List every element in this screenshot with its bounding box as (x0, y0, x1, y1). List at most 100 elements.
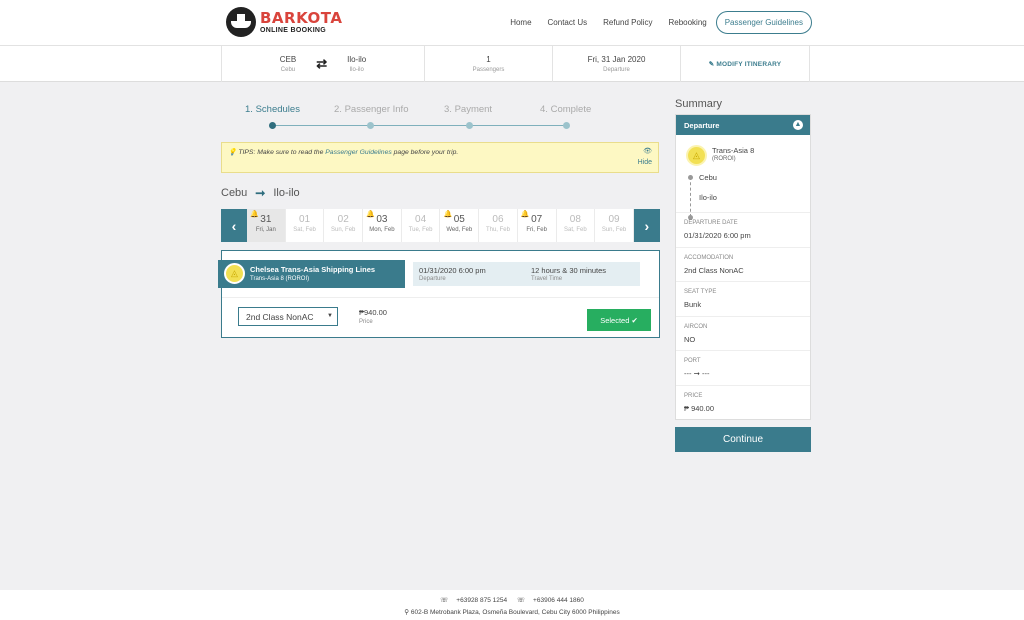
selected-button[interactable]: Selected ✔ (587, 309, 651, 331)
summary-row-value: --- ➞ --- (684, 369, 710, 378)
date-day: Fri, Jan (255, 227, 276, 233)
date-option[interactable]: 08 Sat, Feb (556, 209, 596, 242)
date-day: Tue, Feb (408, 227, 433, 233)
modify-itinerary-label: MODIFY ITINERARY (716, 60, 782, 68)
date-number: 08 (569, 214, 581, 225)
summary-row: SEAT TYPE Bunk (676, 282, 810, 317)
travel-time-label: Travel Time (531, 276, 563, 282)
date-option[interactable]: 02 Sun, Feb (324, 209, 364, 242)
vessel-name: Trans-Asia 8 (ROROI) (250, 276, 310, 282)
booking-steps: 1. Schedules 2. Passenger Info 3. Paymen… (245, 104, 605, 134)
route-to: Ilo-ilo (273, 187, 300, 199)
bell-icon: 🔔 (520, 211, 530, 218)
summary-row: PRICE ₱ 940.00 (676, 386, 810, 421)
footer: ☏ +63928 875 1254 ☏ +63906 444 1860 ⚲ 602-… (0, 590, 1024, 620)
summary-row-label: PORT (684, 358, 701, 364)
step-schedules: 1. Schedules (245, 104, 300, 115)
modify-itinerary-link[interactable]: ✎ MODIFY ITINERARY (681, 46, 809, 82)
date-number: 02 (337, 214, 349, 225)
summary-vessel-code: (ROROI) (712, 156, 736, 162)
route-line (690, 177, 691, 217)
eye-icon[interactable]: 👁 (643, 147, 652, 155)
top-navbar: BARKOTA ONLINE BOOKING Home Contact Us R… (0, 0, 1024, 46)
next-dates-button[interactable]: › (633, 209, 660, 242)
date-day: Sun, Feb (601, 227, 627, 233)
passengers-label: Passengers (472, 67, 505, 73)
travel-time: 12 hours & 30 minutes (531, 266, 607, 275)
tips-guidelines-link[interactable]: Passenger Guidelines (325, 149, 392, 156)
nav-refund-policy[interactable]: Refund Policy (603, 18, 652, 27)
date-day: Sun, Feb (331, 227, 356, 233)
nav-rebooking[interactable]: Rebooking (668, 18, 706, 27)
step-complete: 4. Complete (540, 104, 592, 115)
shipping-line-banner: ◬ Chelsea Trans-Asia Shipping Lines Tran… (218, 260, 405, 288)
summary-row-label: PRICE (684, 392, 703, 399)
route-heading: Cebu ➞ Ilo-ilo (221, 186, 300, 200)
arrow-right-icon: ➞ (255, 186, 266, 200)
step-dot-3 (466, 122, 473, 129)
departure-time-label: Departure (419, 276, 446, 282)
tips-prefix: TIPS: Make sure to read the (238, 149, 326, 156)
edit-icon: ✎ (708, 61, 717, 68)
date-option[interactable]: 🔔 31 Fri, Jan (247, 209, 286, 242)
dest-code: Ilo-ilo (347, 55, 367, 64)
itinerary-bar: CEB Cebu ⇄ Ilo-ilo Ilo-ilo 1 Passengers … (0, 46, 1024, 82)
brand-logo[interactable]: BARKOTA ONLINE BOOKING (226, 7, 342, 37)
summary-row-label: ACCOMODATION (684, 254, 734, 261)
chevron-up-icon[interactable]: ▲ (793, 120, 803, 130)
brand-tagline: ONLINE BOOKING (260, 26, 327, 34)
date-day: Wed, Feb (446, 227, 473, 233)
date-option[interactable]: 09 Sun, Feb (595, 209, 634, 242)
step-payment: 3. Payment (444, 104, 493, 115)
phone-icon: ☏ (440, 597, 449, 604)
card-divider (222, 297, 659, 298)
summary-row: ACCOMODATION 2nd Class NonAC (676, 248, 810, 282)
summary-departure-header[interactable]: Departure ▲ (676, 115, 810, 135)
summary-row-value: 01/31/2020 6:00 pm (684, 231, 751, 240)
departure-label: Departure (603, 67, 630, 73)
check-icon: ✔ (631, 315, 638, 325)
date-option[interactable]: 04 Tue, Feb (401, 209, 441, 242)
trip-result-card: ◬ Chelsea Trans-Asia Shipping Lines Tran… (218, 250, 660, 338)
nav-home[interactable]: Home (510, 18, 531, 27)
date-option[interactable]: 🔔 07 Fri, Feb (517, 209, 557, 242)
summary-vessel: ◬ Trans-Asia 8 (ROROI) Cebu Ilo-ilo (676, 135, 810, 220)
price-value: ₱940.00 (359, 308, 387, 317)
date-option[interactable]: 🔔 03 Mon, Feb (363, 209, 402, 242)
passenger-guidelines-button[interactable]: Passenger Guidelines (715, 11, 812, 34)
departure-time: 01/31/2020 6:00 pm (419, 266, 486, 275)
footer-phone-2: +63906 444 1860 (533, 597, 584, 604)
summary-vessel-name: Trans-Asia 8 (712, 146, 755, 155)
date-day: Thu, Feb (485, 227, 510, 233)
footer-phone-1: +63928 875 1254 (456, 597, 508, 604)
bell-icon: 🔔 (443, 211, 453, 218)
step-dot-4 (563, 122, 570, 129)
main-nav: Home Contact Us Refund Policy Rebooking … (494, 11, 812, 34)
date-day: Sat, Feb (293, 227, 316, 233)
date-option[interactable]: 06 Thu, Feb (479, 209, 518, 242)
date-option[interactable]: 01 Sat, Feb (285, 209, 325, 242)
date-day: Fri, Feb (526, 227, 547, 233)
dest-name: Ilo-ilo (349, 67, 364, 73)
origin-code: CEB (279, 55, 297, 64)
date-option[interactable]: 🔔 05 Wed, Feb (440, 209, 480, 242)
date-day: Mon, Feb (369, 227, 395, 233)
date-list: 🔔 31 Fri, Jan 01 Sat, Feb 02 Sun, Feb 🔔 03 Mon, F… (247, 209, 634, 242)
prev-dates-button[interactable]: ‹ (221, 209, 247, 242)
passenger-count: 1 (486, 55, 491, 64)
summary-row-label: AIRCON (684, 323, 708, 330)
hide-tips-link[interactable]: Hide (638, 159, 652, 166)
origin-name: Cebu (280, 67, 296, 73)
nav-contact-us[interactable]: Contact Us (548, 18, 588, 27)
date-selector: ‹ 🔔 31 Fri, Jan 01 Sat, Feb 02 Sun, Feb 🔔 03 Mon,… (221, 209, 660, 242)
summary-section-title: Departure (684, 121, 720, 130)
bell-icon: 🔔 (250, 211, 259, 218)
caret-down-icon: ▼ (327, 313, 333, 319)
price-label: Price (359, 319, 373, 325)
continue-button[interactable]: Continue (675, 427, 811, 452)
summary-row: PORT --- ➞ --- (676, 351, 810, 386)
accommodation-select[interactable]: 2nd Class NonAC ▼ (238, 307, 338, 326)
summary-row-label: DEPARTURE DATE (684, 220, 738, 226)
summary-row-value: Bunk (684, 300, 702, 309)
departure-date: Fri, 31 Jan 2020 (587, 55, 646, 64)
